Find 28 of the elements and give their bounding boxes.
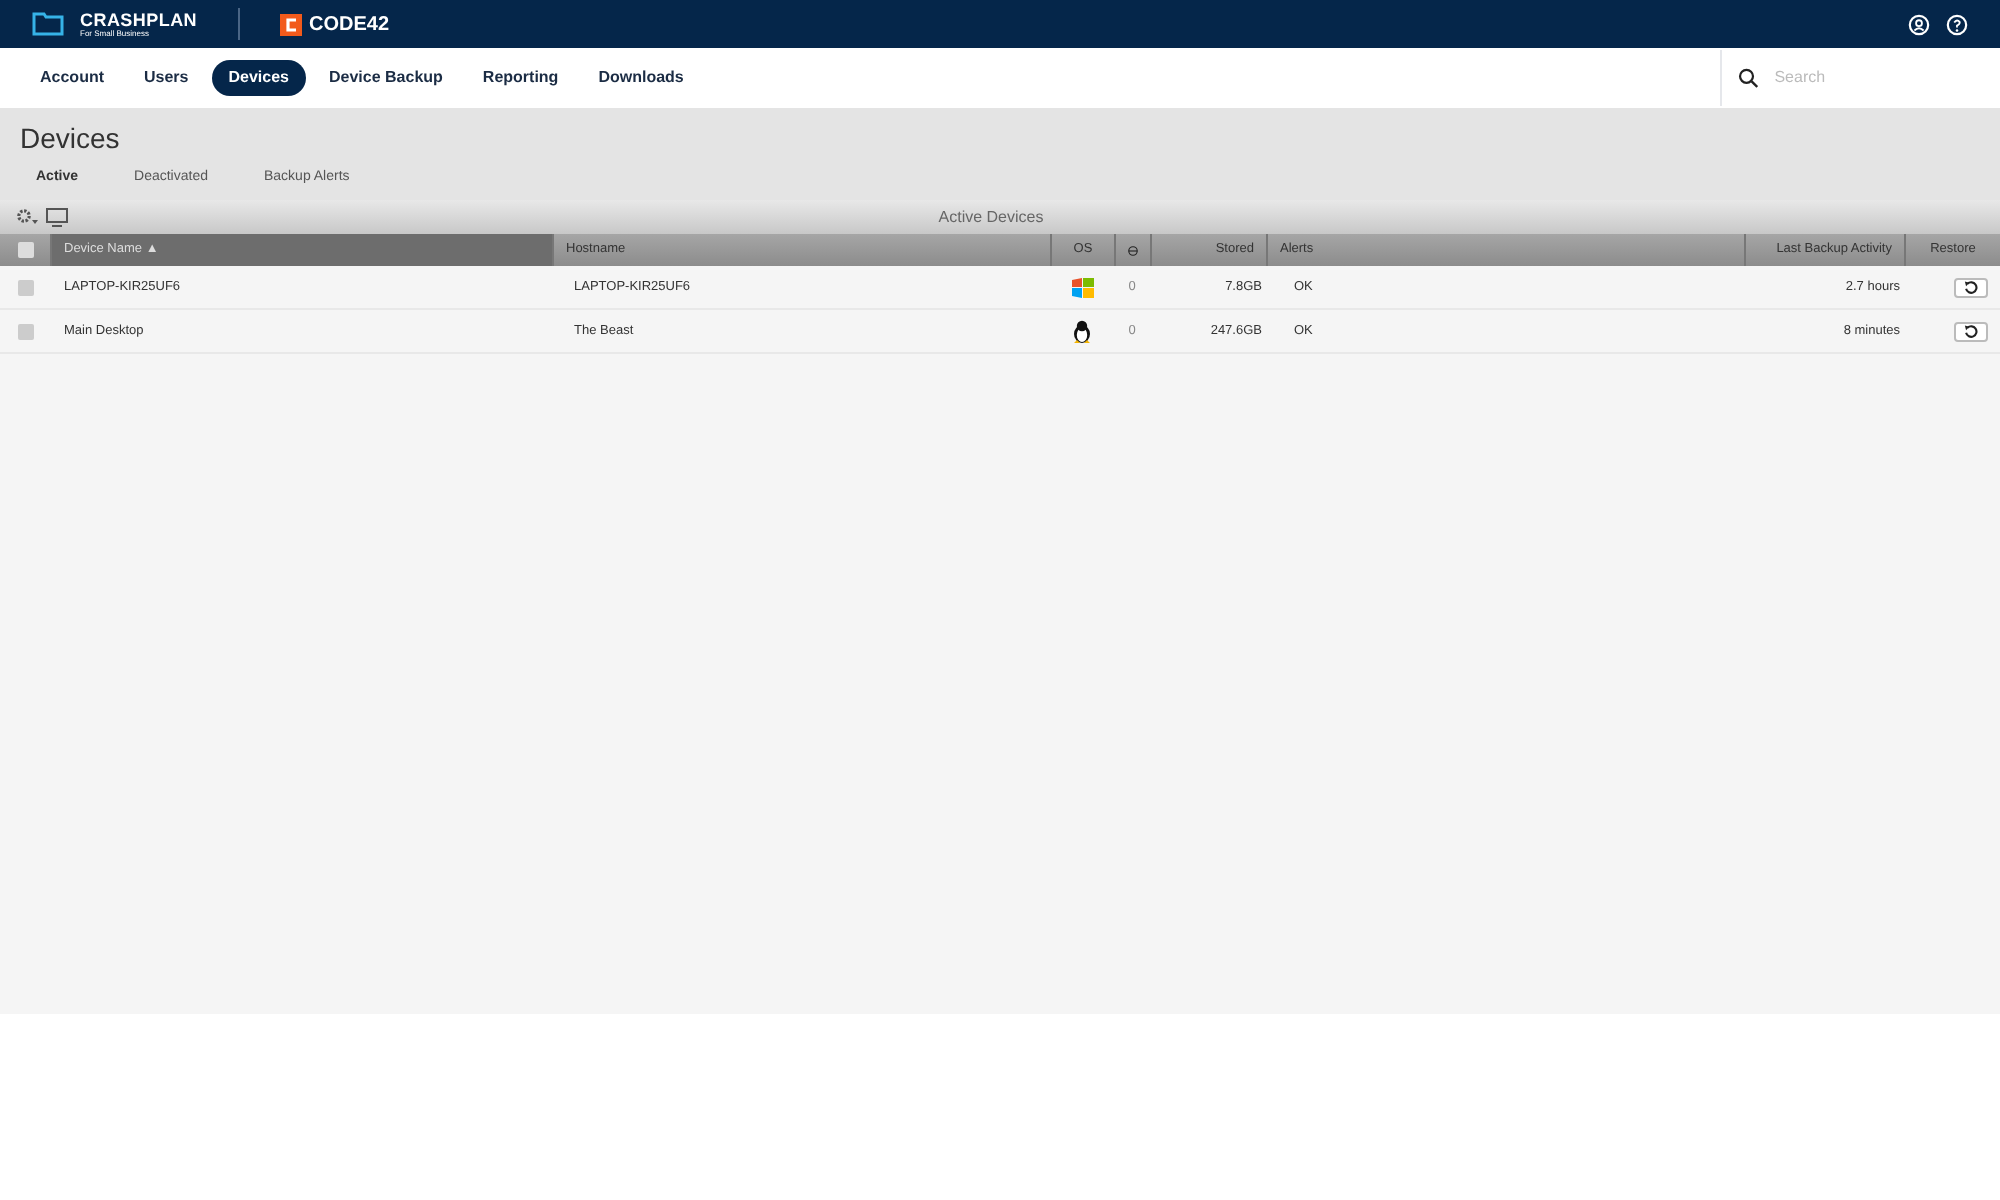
brand-name: CRASHPLAN xyxy=(80,11,198,29)
nav-tab[interactable]: Account xyxy=(24,60,120,96)
nav-tab[interactable]: Reporting xyxy=(466,60,575,96)
select-all-checkbox[interactable] xyxy=(17,242,33,258)
globe-icon xyxy=(1128,241,1138,259)
user-icon[interactable] xyxy=(1908,13,1930,35)
monitor-icon[interactable] xyxy=(46,207,70,227)
search-icon xyxy=(1738,66,1759,90)
refresh-icon xyxy=(1964,280,1978,294)
windows-logo-icon xyxy=(1071,277,1093,297)
gear-icon[interactable] xyxy=(16,208,38,226)
nav-tab[interactable]: Devices xyxy=(212,60,305,96)
page-title: Devices xyxy=(20,120,122,158)
row-checkbox[interactable] xyxy=(17,323,33,339)
nav-tab[interactable]: Device Backup xyxy=(313,60,459,96)
penguin-icon xyxy=(1072,319,1092,343)
row-checkbox[interactable] xyxy=(17,279,33,295)
partner-name: CODE42 xyxy=(309,11,390,39)
nav-tab[interactable]: Downloads xyxy=(582,60,700,96)
help-icon[interactable] xyxy=(1946,13,1968,35)
folder-logo-icon xyxy=(32,12,64,36)
nav-tab[interactable]: Users xyxy=(128,60,205,96)
table-title: Active Devices xyxy=(936,205,1046,229)
restore-button[interactable] xyxy=(1954,321,1988,341)
square-logo-icon xyxy=(279,13,302,35)
search-field[interactable]: Search xyxy=(1774,66,1984,90)
refresh-icon xyxy=(1964,324,1978,338)
restore-button[interactable] xyxy=(1954,277,1988,297)
